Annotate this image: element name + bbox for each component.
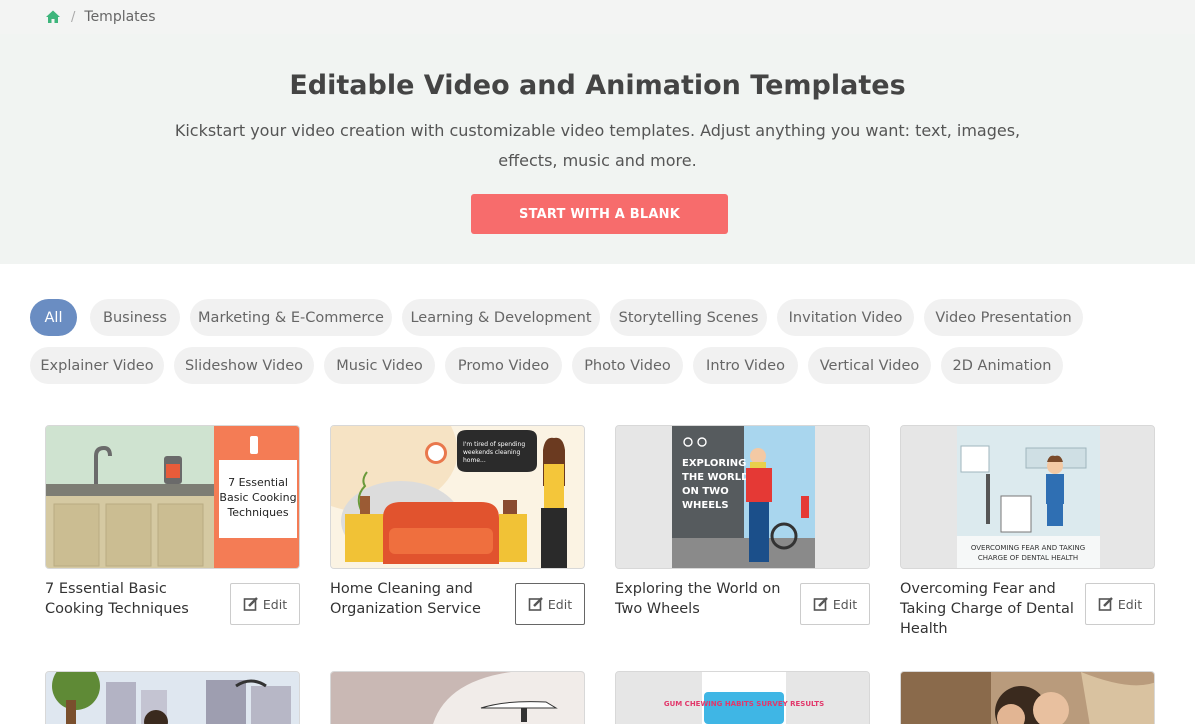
- thumb-caption: I'm tired of spending: [463, 441, 525, 448]
- edit-icon: [528, 596, 544, 612]
- svg-text:home...: home...: [463, 457, 486, 464]
- edit-label: Edit: [262, 596, 288, 612]
- start-with-blank-button[interactable]: START WITH A BLANK: [471, 194, 728, 234]
- svg-text:Techniques: Techniques: [226, 506, 288, 519]
- template-card: [330, 671, 585, 724]
- edit-button[interactable]: Edit: [800, 583, 870, 625]
- thumb-caption: GUM CHEWING HABITS SURVEY RESULTS: [664, 700, 824, 708]
- category-music[interactable]: Music Video: [324, 347, 435, 384]
- template-card: I'm tired of spending weekends cleaning …: [330, 425, 585, 640]
- template-thumbnail[interactable]: 7 Essential Basic Cooking Techniques: [45, 425, 300, 569]
- edit-icon: [813, 596, 829, 612]
- edit-icon: [243, 596, 259, 612]
- thumb-caption: EXPLORING: [682, 458, 746, 469]
- category-intro[interactable]: Intro Video: [693, 347, 798, 384]
- category-learning[interactable]: Learning & Development: [402, 299, 600, 336]
- category-photo[interactable]: Photo Video: [572, 347, 683, 384]
- template-title[interactable]: 7 Essential Basic Cooking Techniques: [45, 579, 220, 619]
- breadcrumb-separator: /: [71, 9, 76, 25]
- category-business[interactable]: Business: [90, 299, 180, 336]
- template-card: 7 Essential Basic Cooking Techniques 7 E…: [45, 425, 300, 640]
- svg-text:THE WORLD: THE WORLD: [682, 472, 749, 483]
- breadcrumb: / Templates: [0, 0, 1195, 34]
- template-card: [900, 671, 1155, 724]
- svg-text:ON TWO: ON TWO: [682, 486, 729, 497]
- page-subtitle: Kickstart your video creation with custo…: [174, 121, 1021, 170]
- edit-button[interactable]: Edit: [1085, 583, 1155, 625]
- category-vertical[interactable]: Vertical Video: [808, 347, 931, 384]
- template-thumbnail[interactable]: EXPLORING THE WORLD ON TWO WHEELS: [615, 425, 870, 569]
- template-title[interactable]: Exploring the World on Two Wheels: [615, 579, 790, 619]
- home-icon[interactable]: [45, 9, 61, 25]
- svg-text:Basic Cooking: Basic Cooking: [219, 491, 296, 504]
- template-thumbnail[interactable]: [330, 671, 585, 724]
- thumb-caption: 7 Essential: [228, 476, 288, 489]
- svg-text:weekends cleaning: weekends cleaning: [463, 449, 520, 456]
- template-thumbnail[interactable]: [45, 671, 300, 724]
- category-invitation[interactable]: Invitation Video: [777, 299, 914, 336]
- category-promo[interactable]: Promo Video: [445, 347, 562, 384]
- edit-label: Edit: [832, 596, 858, 612]
- edit-button[interactable]: Edit: [230, 583, 300, 625]
- template-card: OVERCOMING FEAR AND TAKING CHARGE OF DEN…: [900, 425, 1155, 640]
- template-thumbnail[interactable]: [900, 671, 1155, 724]
- category-storytelling[interactable]: Storytelling Scenes: [610, 299, 767, 336]
- breadcrumb-current: Templates: [84, 9, 156, 25]
- category-slideshow[interactable]: Slideshow Video: [174, 347, 314, 384]
- edit-icon: [1098, 596, 1114, 612]
- edit-label: Edit: [1117, 596, 1143, 612]
- category-all[interactable]: All: [30, 299, 77, 336]
- edit-button[interactable]: Edit: [515, 583, 585, 625]
- category-2d-animation[interactable]: 2D Animation: [941, 347, 1063, 384]
- template-card: [45, 671, 300, 724]
- template-thumbnail[interactable]: I'm tired of spending weekends cleaning …: [330, 425, 585, 569]
- svg-text:WHEELS: WHEELS: [682, 500, 729, 511]
- thumb-caption: OVERCOMING FEAR AND TAKING: [971, 544, 1085, 552]
- category-marketing[interactable]: Marketing & E-Commerce: [190, 299, 392, 336]
- edit-label: Edit: [547, 596, 573, 612]
- category-explainer[interactable]: Explainer Video: [30, 347, 164, 384]
- hero-section: Editable Video and Animation Templates K…: [0, 34, 1195, 264]
- template-card: GUM CHEWING HABITS SURVEY RESULTS: [615, 671, 870, 724]
- template-thumbnail[interactable]: OVERCOMING FEAR AND TAKING CHARGE OF DEN…: [900, 425, 1155, 569]
- template-thumbnail[interactable]: GUM CHEWING HABITS SURVEY RESULTS: [615, 671, 870, 724]
- template-title[interactable]: Home Cleaning and Organization Service: [330, 579, 505, 619]
- page-title: Editable Video and Animation Templates: [289, 70, 906, 101]
- svg-text:CHARGE OF DENTAL HEALTH: CHARGE OF DENTAL HEALTH: [978, 554, 1078, 562]
- category-video-presentation[interactable]: Video Presentation: [924, 299, 1083, 336]
- template-card: EXPLORING THE WORLD ON TWO WHEELS Explor…: [615, 425, 870, 640]
- template-title[interactable]: Overcoming Fear and Taking Charge of Den…: [900, 579, 1075, 639]
